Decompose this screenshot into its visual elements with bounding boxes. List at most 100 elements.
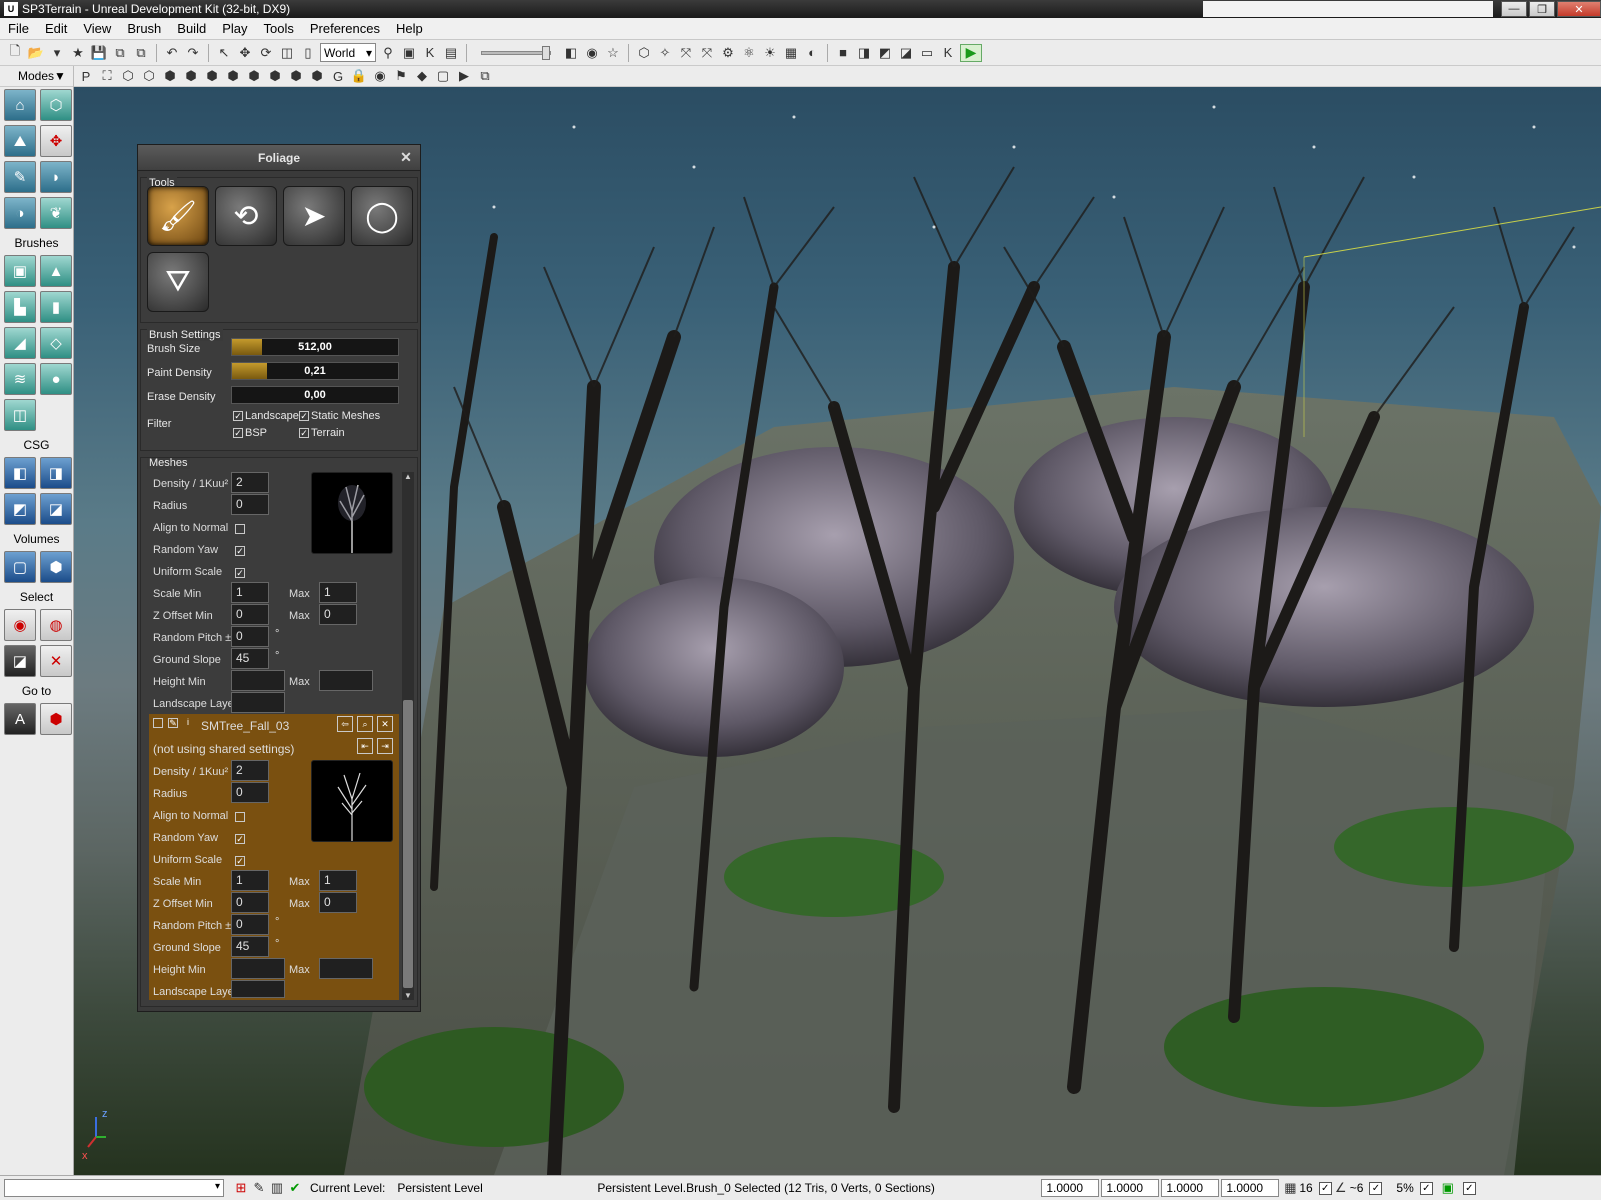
- mesh1-landscape-layer-input[interactable]: [231, 692, 285, 713]
- menu-brush[interactable]: Brush: [119, 21, 169, 36]
- play-in-editor-button[interactable]: ▶: [960, 43, 982, 62]
- mesh1-scale-min-input[interactable]: 1: [231, 582, 269, 603]
- select-arrow-icon[interactable]: ↖: [215, 44, 233, 62]
- open-folder-icon[interactable]: 📂: [27, 44, 45, 62]
- cook-icon[interactable]: ◨: [855, 44, 873, 62]
- light-complexity-icon[interactable]: ⬢: [245, 67, 263, 85]
- texture-density-icon[interactable]: ⬢: [266, 67, 284, 85]
- menu-tools[interactable]: Tools: [256, 21, 302, 36]
- filter-terrain[interactable]: ✓ Terrain: [299, 427, 345, 439]
- rotation-snap-checkbox[interactable]: ✓: [1369, 1181, 1383, 1195]
- use-mesh-icon[interactable]: ⇦: [337, 716, 353, 732]
- level-check-icon[interactable]: ✔: [286, 1179, 304, 1197]
- volume-list-button[interactable]: ⬢: [40, 551, 72, 583]
- mesh2-thumbnail[interactable]: [311, 760, 393, 842]
- kismet-debug-icon[interactable]: K: [939, 44, 957, 62]
- filter-bsp[interactable]: ✓ BSP: [233, 427, 267, 439]
- foliage-mode-button[interactable]: ❦: [40, 197, 72, 229]
- spiral-stair-button[interactable]: ≋: [4, 363, 36, 395]
- build-all-icon[interactable]: ⚙: [719, 44, 737, 62]
- columns-icon[interactable]: ▥: [268, 1179, 286, 1197]
- sound-icon[interactable]: ◐: [803, 44, 821, 62]
- scale-x-field[interactable]: 1.0000: [1041, 1179, 1100, 1197]
- mesh2-select-checkbox[interactable]: [153, 718, 163, 728]
- build-geometry-icon[interactable]: ⬡: [635, 44, 653, 62]
- mesh2-scale-max-input[interactable]: 1: [319, 870, 357, 891]
- mesh1-align-checkbox[interactable]: [235, 524, 245, 534]
- grid-snap-checkbox[interactable]: ✓: [1318, 1181, 1332, 1195]
- mesh1-thumbnail[interactable]: [311, 472, 393, 554]
- paint-density-slider[interactable]: 0,21: [231, 362, 399, 380]
- paint-bucket-tool-button[interactable]: ⛛: [147, 252, 209, 312]
- cone-brush-button[interactable]: ▲: [40, 255, 72, 287]
- mesh2-info-icon[interactable]: i: [183, 718, 193, 728]
- drag-grid-icon[interactable]: ⊞: [232, 1179, 250, 1197]
- redo-icon[interactable]: ↷: [184, 44, 202, 62]
- brush-size-slider[interactable]: 512,00: [231, 338, 399, 356]
- scroll-thumb[interactable]: [403, 700, 413, 988]
- new-file-icon[interactable]: 🗋: [6, 43, 24, 62]
- mesh2-scale-min-input[interactable]: 1: [231, 870, 269, 891]
- sphere-brush-button[interactable]: ●: [40, 363, 72, 395]
- filter-landscape[interactable]: ✓ Landscape: [233, 410, 299, 422]
- mesh-paint-button[interactable]: ◗: [40, 161, 72, 193]
- nonuniform-scale-icon[interactable]: ▯: [299, 44, 317, 62]
- reapply-tool-button[interactable]: ⟲: [215, 186, 277, 246]
- copy-settings-icon[interactable]: ⇤: [357, 738, 373, 754]
- maximize-button[interactable]: ❐: [1529, 1, 1555, 17]
- goto-actor-button[interactable]: A: [4, 703, 36, 735]
- brush-icon[interactable]: ✎: [250, 1179, 268, 1197]
- mesh2-zoffset-min-input[interactable]: 0: [231, 892, 269, 913]
- paste-settings-icon[interactable]: ⇥: [377, 738, 393, 754]
- menu-preferences[interactable]: Preferences: [302, 21, 388, 36]
- hide-selected-button[interactable]: ◍: [40, 609, 72, 641]
- sheet-brush-button[interactable]: ◇: [40, 327, 72, 359]
- mesh1-random-yaw-checkbox[interactable]: ✓: [235, 546, 245, 556]
- mesh2-random-yaw-checkbox[interactable]: ✓: [235, 834, 245, 844]
- mesh2-align-checkbox[interactable]: [235, 812, 245, 822]
- mesh1-height-min-input[interactable]: [231, 670, 285, 691]
- command-combo[interactable]: [4, 1179, 224, 1197]
- build-settings-icon[interactable]: ⚛: [740, 44, 758, 62]
- lightmass-icon[interactable]: ☀: [761, 44, 779, 62]
- scale-icon[interactable]: ◫: [278, 44, 296, 62]
- scale-z-field[interactable]: 1.0000: [1161, 1179, 1220, 1197]
- mesh2-height-max-input[interactable]: [319, 958, 373, 979]
- filter-static-meshes[interactable]: ✓ Static Meshes: [299, 410, 380, 422]
- cube-brush-button[interactable]: ▣: [4, 255, 36, 287]
- binoculars-icon[interactable]: ⚲: [379, 44, 397, 62]
- favorite-icon[interactable]: ★: [69, 44, 87, 62]
- mesh1-uniform-scale-checkbox[interactable]: ✓: [235, 568, 245, 578]
- coordinate-system-select[interactable]: World ▾: [320, 43, 376, 62]
- build-paths-icon[interactable]: ⤧: [677, 44, 695, 62]
- scale-snap-checkbox[interactable]: ✓: [1419, 1181, 1433, 1195]
- bsp-checkbox[interactable]: ✓: [233, 428, 243, 438]
- mesh2-radius-input[interactable]: 0: [231, 782, 269, 803]
- mesh2-zoffset-max-input[interactable]: 0: [319, 892, 357, 913]
- scale-y-field[interactable]: 1.0000: [1101, 1179, 1160, 1197]
- autosave-icon[interactable]: ▣: [1439, 1179, 1457, 1197]
- landscape-icon[interactable]: ▦: [782, 44, 800, 62]
- terrain-checkbox[interactable]: ✓: [299, 428, 309, 438]
- translate-icon[interactable]: ✥: [236, 44, 254, 62]
- save-icon[interactable]: 💾: [90, 44, 108, 62]
- detail-lighting-icon[interactable]: ⬢: [203, 67, 221, 85]
- mesh1-radius-input[interactable]: 0: [231, 494, 269, 515]
- mesh1-density-input[interactable]: 2: [231, 472, 269, 493]
- csg-add-button[interactable]: ◧: [4, 457, 36, 489]
- close-icon[interactable]: ✕: [398, 149, 414, 165]
- world-icon[interactable]: ◉: [583, 44, 601, 62]
- scroll-up-icon[interactable]: ▲: [404, 472, 412, 481]
- geometry-mode-button[interactable]: ⬡: [40, 89, 72, 121]
- csg-intersect-button[interactable]: ◩: [4, 493, 36, 525]
- landscape-mode-button[interactable]: ◑: [4, 197, 36, 229]
- realtime-icon[interactable]: ⚑: [392, 67, 410, 85]
- volumetric-brush-button[interactable]: ◫: [4, 399, 36, 431]
- lighting-only-icon[interactable]: ⬢: [224, 67, 242, 85]
- texture-align-button[interactable]: ✎: [4, 161, 36, 193]
- eye-icon[interactable]: ◉: [371, 67, 389, 85]
- frame-icon[interactable]: ▢: [434, 67, 452, 85]
- chevron-down-icon[interactable]: ▼: [54, 69, 66, 83]
- mesh2-uniform-scale-checkbox[interactable]: ✓: [235, 856, 245, 866]
- camera-speed-slider[interactable]: [481, 45, 551, 60]
